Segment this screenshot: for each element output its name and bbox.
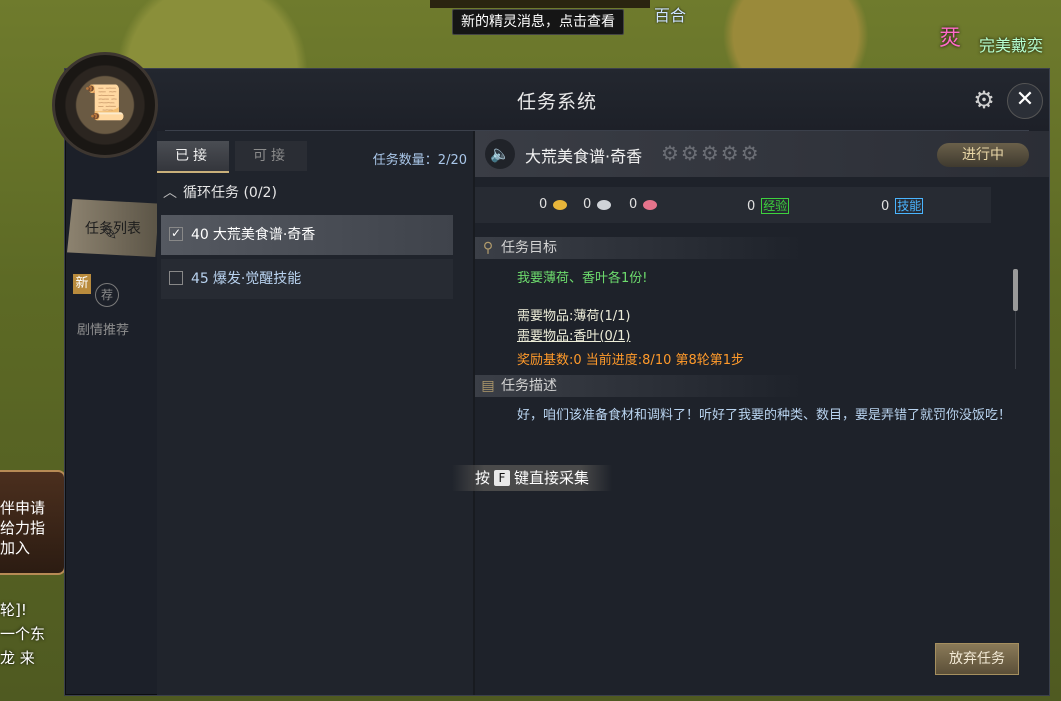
window-title: 任务系统 xyxy=(516,91,597,113)
chat-log: 轮]! 一个东 龙 来 xyxy=(0,598,45,670)
left-activity-panel[interactable]: 伴申请 给力指 加入 xyxy=(0,470,66,575)
location-pin-icon: ⚲ xyxy=(482,240,494,256)
skill-bar-top[interactable] xyxy=(430,0,650,8)
task-row[interactable]: 45 爆发·觉醒技能 xyxy=(161,259,453,299)
chat-line: 一个东 xyxy=(0,625,46,643)
goal-section-header: ⚲ 任务目标 xyxy=(475,237,805,259)
reward-silver-value: 0 xyxy=(583,197,592,212)
side-nav: ✎ 任务列表 新 荐 剧情推荐 xyxy=(65,199,159,699)
task-count: 任务数量：2/20 xyxy=(372,153,467,168)
task-list-panel: 已接 可接 任务数量：2/20 ︿ 循环任务 (0/2) ✓ 40 大荒美食谱·奇香 … xyxy=(157,131,475,695)
reward-silver: 0 xyxy=(583,197,612,212)
gold-coin-icon xyxy=(553,199,568,210)
task-name: 爆发·觉醒技能 xyxy=(212,271,302,287)
gear-icon[interactable]: ⚙ xyxy=(971,87,997,113)
reward-gold-value: 0 xyxy=(539,197,548,212)
collect-hint-suffix: 键直接采集 xyxy=(514,469,590,487)
progress-text: 奖励基数:0 当前进度:8/10 第8轮第1步 xyxy=(517,353,745,368)
nav-story-recommend[interactable]: 剧情推荐 xyxy=(77,319,129,338)
left-panel-line-1: 伴申请 xyxy=(0,499,46,517)
world-name: 百合 xyxy=(654,6,687,25)
reward-bar: 0 0 0 0 经验 0 技能 xyxy=(475,187,991,223)
task-level: 45 xyxy=(191,271,209,287)
chat-line: 龙 来 xyxy=(0,649,35,667)
silver-coin-icon xyxy=(597,199,612,210)
exp-tag: 经验 xyxy=(761,198,790,214)
sprite-message-tooltip[interactable]: 新的精灵消息，点击查看 xyxy=(452,9,624,35)
collect-hint: 按 F 键直接采集 xyxy=(452,465,612,491)
group-title: 循环任务 (0/2) xyxy=(183,185,277,201)
reward-exp: 0 经验 xyxy=(747,197,790,214)
chat-line: 轮]! xyxy=(0,601,27,619)
quest-window: 任务系统 ⚙ ✕ ✎ 任务列表 新 荐 剧情推荐 已接 可接 任务数量：2/20… xyxy=(64,68,1050,696)
detail-title: 大荒美食谱·奇香 xyxy=(525,147,643,166)
reward-gold: 0 xyxy=(539,197,568,212)
desc-header: 任务描述 xyxy=(501,378,557,394)
tab-accepted[interactable]: 已接 xyxy=(157,141,229,173)
task-level: 40 xyxy=(191,227,209,243)
required-item-2[interactable]: 需要物品:香叶(0/1) xyxy=(517,325,630,344)
f-key-icon: F xyxy=(494,469,510,486)
scroll-doc-icon: ▤ xyxy=(481,378,495,394)
task-checkbox[interactable]: ✓ xyxy=(169,227,183,241)
left-panel-line-3: 加入 xyxy=(0,539,31,557)
nav-task-list[interactable]: ✎ 任务列表 xyxy=(67,199,159,257)
group-header-loop-tasks[interactable]: ︿ 循环任务 (0/2) xyxy=(157,175,475,211)
player-name: 完美戴奕 xyxy=(978,36,1043,55)
required-item-1: 需要物品:薄荷(1/1) xyxy=(517,309,631,324)
player-title-badge: 烎 xyxy=(938,26,961,51)
left-panel-line-2: 给力指 xyxy=(0,519,46,537)
tab-available[interactable]: 可接 xyxy=(235,141,307,171)
pink-coin-icon xyxy=(643,199,658,210)
task-description: 好，咱们该准备食材和调料了！听好了我要的种类、数目，要是弄错了就罚你没饭吃！ xyxy=(517,408,1012,423)
collect-hint-prefix: 按 xyxy=(474,469,490,487)
reward-pink-value: 0 xyxy=(629,197,638,212)
task-checkbox[interactable] xyxy=(169,271,183,285)
quill-icon: ✎ xyxy=(101,221,118,245)
goal-text: 我要薄荷、香叶各1份! xyxy=(517,271,648,286)
new-badge: 新 xyxy=(73,274,91,294)
skill-tag: 技能 xyxy=(895,198,924,214)
task-name: 大荒美食谱·奇香 xyxy=(212,227,316,243)
task-detail-panel: 🔈 大荒美食谱·奇香 ⚙⚙⚙⚙⚙ 进行中 0 0 0 0 经验 0 技能 ⚲ 任务目标… xyxy=(475,131,1049,695)
reward-skill-value: 0 xyxy=(881,199,890,214)
reward-exp-value: 0 xyxy=(747,199,756,214)
reward-skill: 0 技能 xyxy=(881,197,924,214)
chevron-up-icon: ︿ xyxy=(163,185,177,201)
difficulty-gears-icon: ⚙⚙⚙⚙⚙ xyxy=(661,141,761,165)
scrollbar-thumb[interactable] xyxy=(1013,269,1018,311)
speaker-icon[interactable]: 🔈 xyxy=(485,139,515,169)
goal-header: 任务目标 xyxy=(501,240,557,256)
abandon-task-button[interactable]: 放弃任务 xyxy=(935,643,1019,675)
window-titlebar: 任务系统 ⚙ ✕ xyxy=(65,69,1049,131)
story-book-icon[interactable]: 荐 xyxy=(95,283,119,307)
close-button[interactable]: ✕ xyxy=(1007,83,1043,119)
reward-pink: 0 xyxy=(629,197,658,212)
detail-header: 🔈 大荒美食谱·奇香 ⚙⚙⚙⚙⚙ 进行中 xyxy=(475,131,1049,177)
description-section-header: ▤ 任务描述 xyxy=(475,375,805,397)
task-row[interactable]: ✓ 40 大荒美食谱·奇香 xyxy=(161,215,453,255)
scroll-emblem-icon: 📜 xyxy=(52,52,158,158)
status-badge: 进行中 xyxy=(937,143,1029,167)
